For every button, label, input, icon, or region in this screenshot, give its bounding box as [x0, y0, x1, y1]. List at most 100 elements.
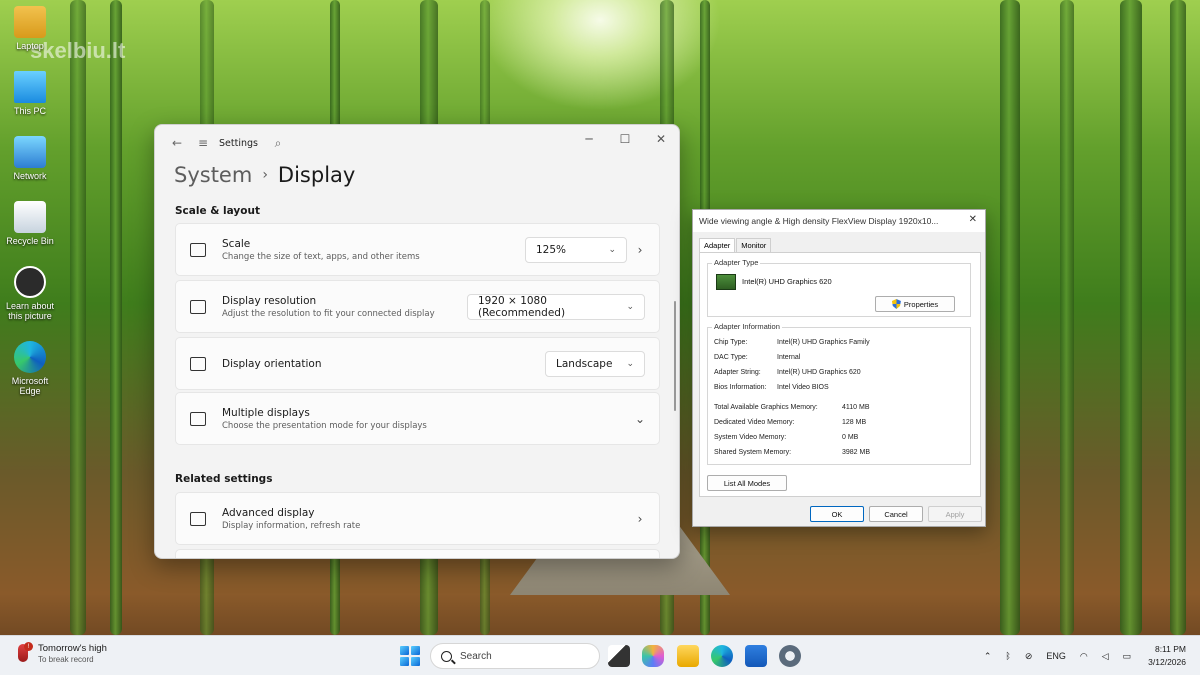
cancel-button[interactable]: Cancel — [869, 506, 923, 522]
settings-gear-icon[interactable] — [779, 645, 801, 667]
bluetooth-icon[interactable]: ᛒ — [1005, 651, 1010, 661]
orientation-title: Display orientation — [222, 357, 322, 370]
task-view-icon[interactable] — [608, 645, 630, 667]
desktop-icons: Laptop This PC Network Recycle Bin Learn… — [2, 6, 58, 416]
close-icon[interactable]: ✕ — [969, 214, 977, 225]
maximize-button[interactable]: ☐ — [607, 125, 643, 153]
chevron-down-icon[interactable]: ⌄ — [633, 412, 647, 426]
chevron-right-icon[interactable]: › — [633, 512, 647, 526]
search-icon[interactable]: ⌕ — [268, 133, 288, 153]
multiple-displays-icon — [190, 411, 206, 426]
desktop-icon-this-pc[interactable]: This PC — [2, 71, 58, 116]
resolution-card: Display resolution Adjust the resolution… — [175, 280, 660, 333]
window-controls: ─ ☐ ✕ — [571, 125, 679, 153]
tab-adapter[interactable]: Adapter — [699, 238, 736, 252]
adapter-type-label: Adapter Type — [712, 258, 761, 267]
clock[interactable]: 8:11 PM 3/12/2026 — [1148, 643, 1186, 669]
scrollbar[interactable] — [674, 301, 676, 411]
system-tray: ⌃ ᛒ ⊘ ENG ◠ ◁ ▭ 8:11 PM 3/12/2026 — [977, 636, 1200, 675]
camera-icon — [14, 266, 46, 298]
advanced-display-subtitle: Display information, refresh rate — [222, 520, 361, 531]
language-indicator[interactable]: ENG — [1046, 651, 1066, 661]
multiple-displays-subtitle: Choose the presentation mode for your di… — [222, 420, 427, 431]
clock-date: 3/12/2026 — [1148, 657, 1186, 667]
desktop-icon-learn-picture[interactable]: Learn about this picture — [2, 266, 58, 321]
adapter-properties-dialog: Wide viewing angle & High density FlexVi… — [692, 209, 986, 527]
clock-time: 8:11 PM — [1154, 644, 1186, 654]
ok-button[interactable]: OK — [810, 506, 864, 522]
store-icon[interactable] — [745, 645, 767, 667]
orientation-dropdown[interactable]: Landscape ⌄ — [545, 350, 645, 377]
weather-widget[interactable]: ! Tomorrow's high To break record — [16, 642, 107, 664]
next-card-partial[interactable] — [175, 549, 660, 558]
desktop-icon-recycle-bin[interactable]: Recycle Bin — [2, 201, 58, 246]
advanced-display-card[interactable]: Advanced display Display information, re… — [175, 492, 660, 545]
section-scale-layout: Scale & layout — [175, 205, 260, 217]
list-all-modes-button[interactable]: List All Modes — [707, 475, 787, 491]
scale-title: Scale — [222, 237, 251, 250]
network-off-icon[interactable]: ⊘ — [1025, 651, 1033, 662]
back-arrow-icon[interactable]: ← — [167, 133, 187, 153]
taskbar: ! Tomorrow's high To break record Search… — [0, 635, 1200, 675]
adapter-info-group: Adapter Information Chip Type: Intel(R) U… — [707, 322, 971, 465]
network-icon — [14, 136, 46, 168]
multiple-displays-card[interactable]: Multiple displays Choose the presentatio… — [175, 392, 660, 445]
multiple-displays-title: Multiple displays — [222, 406, 310, 419]
taskbar-search[interactable]: Search — [430, 643, 600, 669]
dialog-tabs: Adapter Monitor — [693, 238, 985, 252]
monitor-icon — [190, 511, 206, 526]
adapter-name: Intel(R) UHD Graphics 620 — [742, 277, 832, 286]
info-row: Bios Information: Intel Video BIOS — [714, 384, 829, 391]
windows-logo-icon — [400, 646, 410, 656]
recycle-bin-icon — [14, 201, 46, 233]
user-folder-icon — [14, 6, 46, 38]
chevron-right-icon[interactable]: › — [633, 243, 647, 257]
orientation-card: Display orientation Landscape ⌄ — [175, 337, 660, 390]
memory-row: Total Available Graphics Memory: 4110 MB — [714, 404, 870, 411]
thermometer-icon: ! — [16, 642, 33, 664]
memory-row: System Video Memory: 0 MB — [714, 434, 859, 441]
copilot-icon[interactable] — [642, 645, 664, 667]
resolution-title: Display resolution — [222, 294, 317, 307]
dialog-title: Wide viewing angle & High density FlexVi… — [699, 216, 939, 226]
shield-icon — [891, 299, 901, 309]
chevron-up-icon[interactable]: ⌃ — [984, 651, 992, 662]
file-explorer-icon[interactable] — [677, 645, 699, 667]
graphics-chip-icon — [716, 274, 736, 290]
dialog-titlebar: Wide viewing angle & High density FlexVi… — [693, 210, 985, 232]
apply-button[interactable]: Apply — [928, 506, 982, 522]
resolution-subtitle: Adjust the resolution to fit your connec… — [222, 308, 435, 319]
close-button[interactable]: ✕ — [643, 125, 679, 153]
adapter-tab-panel: Adapter Type Intel(R) UHD Graphics 620 P… — [699, 252, 981, 497]
info-row: Adapter String: Intel(R) UHD Graphics 620 — [714, 369, 861, 376]
scale-dropdown[interactable]: 125% ⌄ — [525, 236, 627, 263]
desktop-icon-laptop[interactable]: Laptop — [2, 6, 58, 51]
scale-icon — [190, 242, 206, 257]
start-button[interactable] — [400, 646, 420, 666]
properties-button[interactable]: Properties — [875, 296, 955, 312]
resolution-icon — [190, 299, 206, 314]
edge-icon[interactable] — [711, 645, 733, 667]
info-row: DAC Type: Internal — [714, 354, 801, 361]
settings-window: ← ≡ Settings ⌕ ─ ☐ ✕ System › Display Sc… — [154, 124, 680, 559]
battery-icon[interactable]: ▭ — [1123, 651, 1132, 662]
weather-line2: To break record — [38, 654, 94, 664]
edge-icon — [14, 341, 46, 373]
memory-row: Dedicated Video Memory: 128 MB — [714, 419, 867, 426]
page-title: Display — [277, 163, 356, 187]
breadcrumb: System › Display — [174, 163, 355, 187]
hamburger-menu-icon[interactable]: ≡ — [193, 133, 213, 153]
volume-icon[interactable]: ◁ — [1102, 651, 1109, 662]
resolution-dropdown[interactable]: 1920 × 1080 (Recommended) ⌄ — [467, 293, 645, 320]
chevron-down-icon: ⌄ — [626, 358, 634, 369]
weather-line1: Tomorrow's high — [38, 642, 107, 654]
minimize-button[interactable]: ─ — [571, 125, 607, 153]
breadcrumb-system[interactable]: System — [174, 163, 252, 187]
search-icon — [441, 650, 452, 662]
desktop-icon-edge[interactable]: Microsoft Edge — [2, 341, 58, 396]
wifi-icon[interactable]: ◠ — [1080, 651, 1088, 662]
orientation-icon — [190, 356, 206, 371]
tab-monitor[interactable]: Monitor — [736, 238, 772, 252]
desktop-icon-network[interactable]: Network — [2, 136, 58, 181]
scale-card[interactable]: Scale Change the size of text, apps, and… — [175, 223, 660, 276]
